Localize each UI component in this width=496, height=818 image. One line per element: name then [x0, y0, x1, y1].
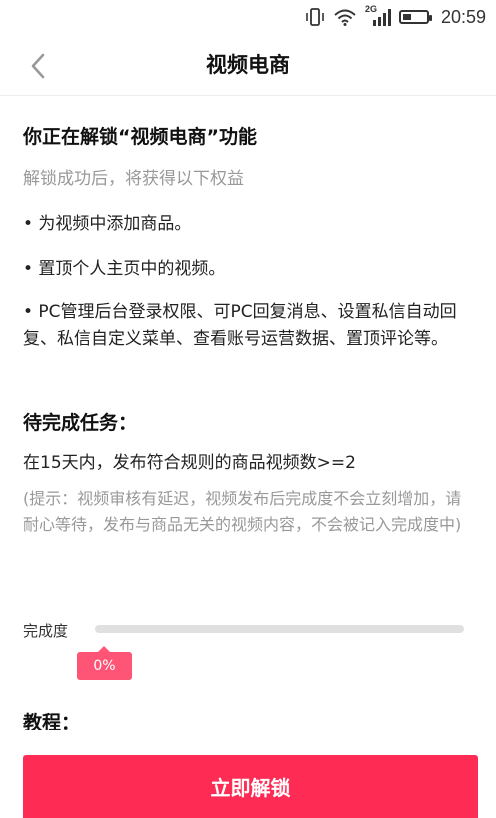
signal-icon [372, 9, 391, 26]
benefit-item: • 置顶个人主页中的视频。 [23, 259, 226, 279]
task-hint: (提示：视频审核有延迟，视频发布后完成度不会立刻增加，请耐心等待，发布与商品无关… [23, 489, 462, 534]
tasks-heading: 待完成任务： [23, 412, 138, 434]
unlock-subtitle: 解锁成功后，将获得以下权益 [23, 169, 244, 189]
vibrate-icon [306, 8, 324, 26]
tutorial-heading: 教程： [23, 712, 81, 730]
tutorial-section: 教程： [23, 712, 223, 730]
progress-value-badge: 0% [77, 646, 132, 680]
status-time: 20:59 [440, 6, 486, 27]
task-description: 在15天内，发布符合规则的商品视频数>=2 [23, 453, 356, 473]
unlock-heading: 你正在解锁“视频电商”功能 [23, 126, 257, 148]
progress-label: 完成度 [23, 622, 69, 640]
benefit-item: • 为视频中添加商品。 [23, 214, 192, 234]
signal-indicator: 2G [365, 4, 391, 27]
chevron-left-icon [31, 53, 45, 79]
wifi-icon [334, 9, 356, 26]
benefit-item: • PC管理后台登录权限、可PC回复消息、设置私信自动回复、私信自定义菜单、查看… [23, 302, 457, 349]
back-button[interactable] [18, 46, 58, 86]
progress-track [95, 625, 464, 633]
unlock-button[interactable]: 立即解锁 [23, 755, 478, 818]
battery-icon [398, 10, 432, 24]
progress-value-text: 0% [93, 658, 116, 674]
page-title: 视频电商 [206, 53, 290, 77]
status-bar: 2G 20:59 [0, 0, 496, 34]
nav-bar: 视频电商 [0, 34, 496, 96]
